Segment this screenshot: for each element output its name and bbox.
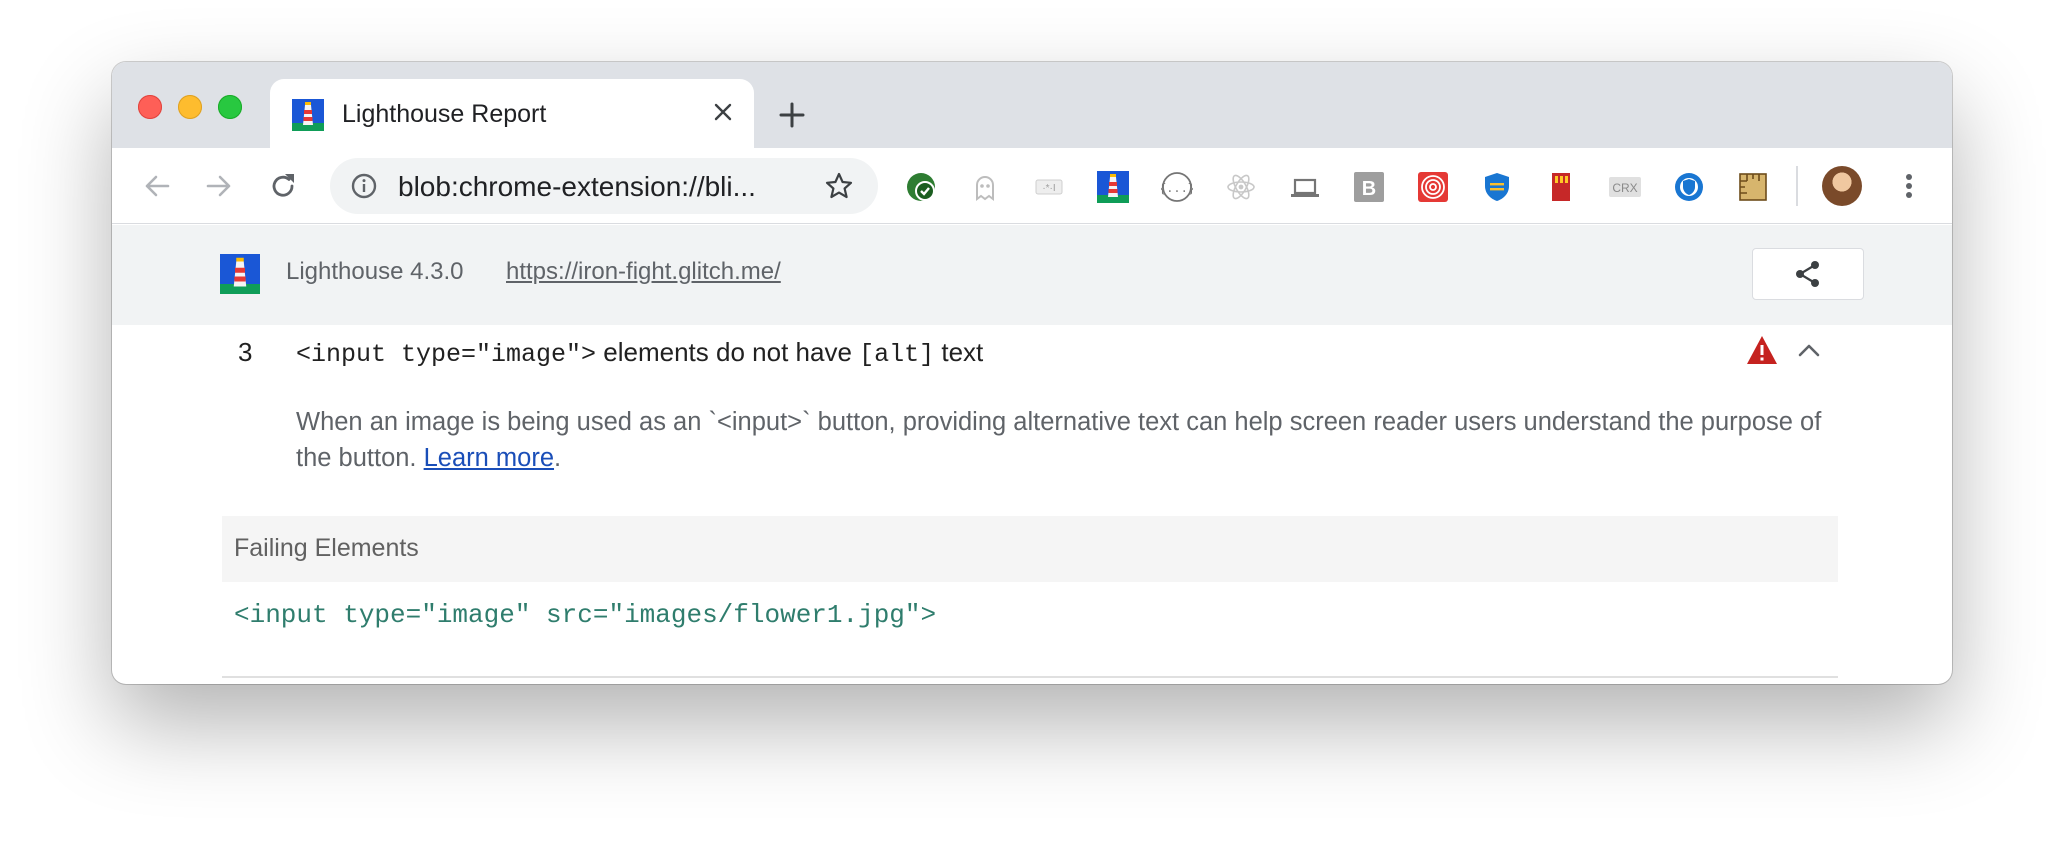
new-tab-button[interactable] [774,97,810,133]
warning-triangle-icon [1747,336,1777,364]
toolbar-separator [1796,166,1798,206]
back-button[interactable] [138,167,176,205]
arrow-right-icon [206,175,231,197]
failing-element-snippet: <input type="image" src="images/flower1.… [234,600,937,630]
sd-card-icon[interactable] [1544,170,1578,204]
active-tab[interactable]: Lighthouse Report [270,79,754,148]
reload-button[interactable] [264,167,302,205]
target-spiral-icon[interactable] [1416,170,1450,204]
laptop-icon[interactable] [1288,170,1322,204]
forward-button[interactable] [200,167,238,205]
address-bar-url[interactable]: blob:chrome-extension://bli... [398,171,756,203]
collapse-chevron-up-icon[interactable] [1796,339,1822,361]
bold-b-icon[interactable]: B [1352,170,1386,204]
tab-close-icon[interactable] [706,95,740,129]
info-icon[interactable] [350,172,378,200]
browser-menu-icon[interactable] [1894,168,1924,204]
learn-more-link[interactable]: Learn more [424,444,554,472]
json-viewer-icon[interactable]: {...} [1160,170,1194,204]
share-button[interactable] [1752,248,1864,300]
lighthouse-ext-icon[interactable] [1096,170,1130,204]
tab-title: Lighthouse Report [342,100,547,128]
audit-description-period: . [554,444,562,472]
audit-title[interactable]: <input type="image"> elements do not hav… [296,337,983,369]
crx-label: CRX [1612,181,1637,195]
react-devtools-icon[interactable] [1224,170,1258,204]
share-icon [1796,261,1819,287]
table-divider [222,676,1838,678]
minimize-window-button[interactable] [178,95,202,119]
audit-description: When an image is being used as an `<inpu… [296,404,1856,476]
plus-icon [779,102,805,128]
shield-ext-icon[interactable] [1480,170,1514,204]
grammarly-check-icon[interactable] [904,170,938,204]
lighthouse-logo-icon [220,254,260,294]
crx-icon[interactable]: CRX [1608,170,1642,204]
audit-title-code-alt: [alt] [859,340,935,369]
browser-window: Lighthouse Report blob:chrome-extension:… [112,62,1952,684]
audit-index: 3 [238,337,253,367]
star-ext-icon[interactable]: ·*·I [1032,170,1066,204]
audit-title-end: text [934,337,984,367]
tab-strip: Lighthouse Report [112,62,1952,148]
browser-toolbar: blob:chrome-extension://bli... ·*·I {...… [112,148,1952,224]
ghostery-icon[interactable] [968,170,1002,204]
svg-text:·*·I: ·*·I [1042,183,1055,194]
tape-measure-icon[interactable] [1736,170,1770,204]
reload-icon [272,174,294,197]
lighthouse-favicon-icon [292,99,324,131]
close-window-button[interactable] [138,95,162,119]
audited-url-link[interactable]: https://iron-fight.glitch.me/ [506,258,781,286]
failing-elements-header: Failing Elements [222,516,1838,582]
maximize-window-button[interactable] [218,95,242,119]
audit-title-text: elements do not have [596,337,860,367]
address-bar[interactable]: blob:chrome-extension://bli... [330,158,878,214]
lighthouse-version: Lighthouse 4.3.0 [286,258,464,285]
privacy-badger-icon[interactable] [1672,170,1706,204]
arrow-left-icon [145,175,170,197]
lighthouse-topbar: Lighthouse 4.3.0 https://iron-fight.glit… [112,225,1952,325]
svg-text:{...}: {...} [1161,182,1193,196]
failing-elements-label: Failing Elements [234,534,419,562]
profile-avatar[interactable] [1822,166,1862,206]
bookmark-star-icon[interactable] [824,171,854,201]
audit-title-code: <input type="image"> [296,340,597,369]
bold-b-label: B [1362,178,1376,200]
